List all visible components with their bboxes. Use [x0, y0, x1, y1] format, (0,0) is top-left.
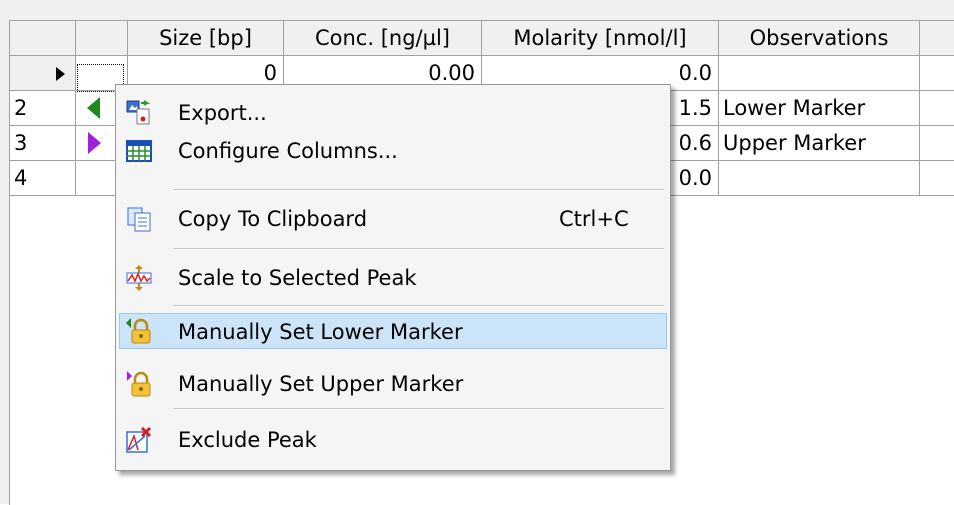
upper-marker-icon — [88, 132, 101, 154]
extra-cell — [920, 161, 954, 196]
column-header-extra — [920, 21, 954, 56]
menu-item-label: Exclude Peak — [178, 428, 317, 452]
observation-cell[interactable]: Lower Marker — [719, 91, 920, 126]
column-header-rowselector[interactable] — [10, 21, 76, 56]
menu-item-label: Configure Columns... — [178, 139, 398, 163]
lock-lower-marker-icon — [125, 317, 153, 345]
lock-upper-marker-icon — [125, 370, 153, 398]
menu-item-label: Export... — [178, 101, 267, 125]
menu-item-copy-to-clipboard[interactable]: Copy To Clipboard Ctrl+C — [119, 201, 667, 237]
observation-cell[interactable] — [719, 161, 920, 196]
menu-separator — [173, 305, 664, 307]
extra-cell — [920, 126, 954, 161]
menu-item-exclude-peak[interactable]: Exclude Peak — [119, 422, 667, 458]
extra-cell — [920, 56, 954, 91]
menu-item-configure-columns[interactable]: Configure Columns... — [119, 133, 667, 169]
menu-item-label: Copy To Clipboard — [178, 207, 368, 231]
context-menu: Export... Configure Columns... Copy To C… — [115, 84, 671, 471]
current-row-indicator-icon — [56, 67, 65, 81]
observation-cell[interactable]: Upper Marker — [719, 126, 920, 161]
menu-item-label: Manually Set Upper Marker — [178, 372, 464, 396]
scale-peak-icon — [125, 264, 153, 292]
menu-separator — [173, 189, 664, 191]
row-index[interactable]: 4 — [10, 161, 76, 196]
menu-item-set-upper-marker[interactable]: Manually Set Upper Marker — [119, 366, 667, 402]
column-header-marker[interactable] — [76, 21, 128, 56]
exclude-peak-icon — [125, 426, 153, 454]
extra-cell — [920, 91, 954, 126]
row-index[interactable] — [10, 56, 76, 91]
column-header-conc[interactable]: Conc. [ng/µl] — [284, 21, 482, 56]
column-header-observations[interactable]: Observations — [719, 21, 920, 56]
column-header-molarity[interactable]: Molarity [nmol/l] — [482, 21, 719, 56]
row-index[interactable]: 2 — [10, 91, 76, 126]
menu-item-set-lower-marker[interactable]: Manually Set Lower Marker — [119, 313, 667, 349]
column-header-size[interactable]: Size [bp] — [128, 21, 284, 56]
menu-separator — [173, 248, 664, 250]
menu-item-export[interactable]: Export... — [119, 95, 667, 131]
row-index[interactable]: 3 — [10, 126, 76, 161]
observation-cell[interactable] — [719, 56, 920, 91]
table-columns-icon — [125, 137, 153, 165]
menu-item-label: Manually Set Lower Marker — [178, 320, 463, 344]
menu-item-shortcut: Ctrl+C — [559, 207, 629, 231]
export-icon — [125, 99, 153, 127]
lower-marker-icon — [87, 97, 100, 119]
menu-separator — [173, 408, 664, 410]
menu-item-label: Scale to Selected Peak — [178, 266, 417, 290]
menu-item-scale-to-selected-peak[interactable]: Scale to Selected Peak — [119, 260, 667, 296]
clipboard-icon — [125, 205, 153, 233]
